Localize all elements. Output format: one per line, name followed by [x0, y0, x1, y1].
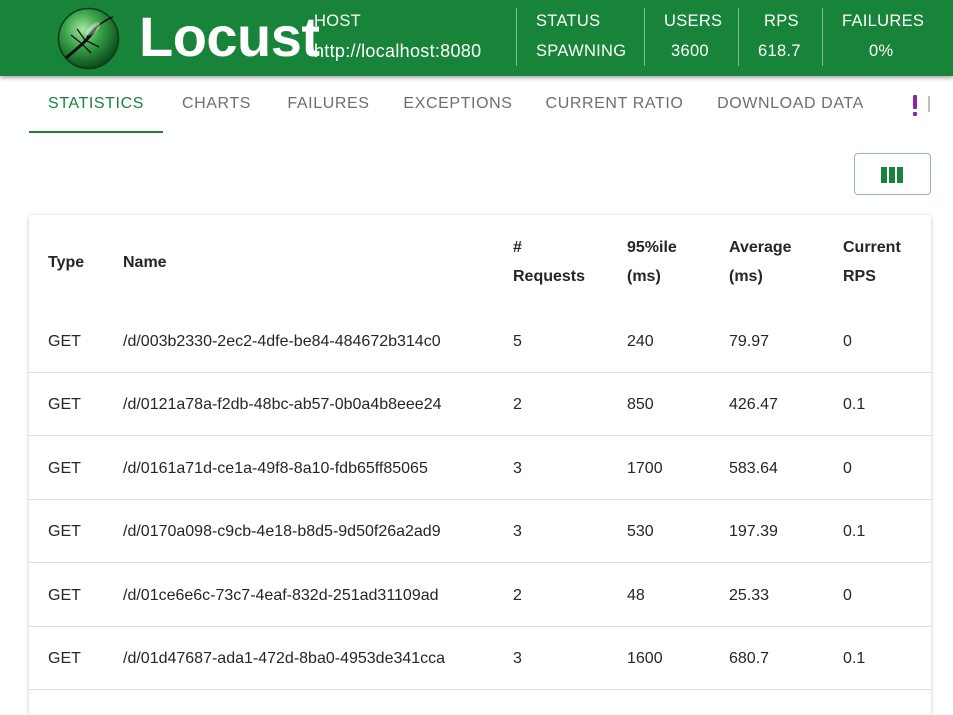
cell-type: GET: [48, 523, 81, 541]
cell-type: GET: [48, 396, 81, 414]
cell-requests: 3: [513, 650, 522, 667]
cell-95ile: 1600: [627, 650, 663, 667]
cell-name: /d/0121a78a-f2db-48bc-ab57-0b0a4b8eee24: [123, 396, 442, 414]
tab-current-ratio[interactable]: CURRENT RATIO: [529, 76, 700, 133]
cell-type: GET: [48, 459, 81, 477]
cell-requests: 2: [513, 396, 522, 414]
cell-average: 197.39: [729, 523, 778, 541]
cell-average: 426.47: [729, 396, 778, 414]
cell-name: /d/0170a098-c9cb-4e18-b8d5-9d50f26a2ad9: [123, 523, 441, 541]
cell-95ile: 850: [627, 396, 654, 414]
table-row: GET/d/003b2330-2ec2-4dfe-be84-484672b314…: [29, 310, 931, 373]
status-stat: STATUS SPAWNING: [517, 0, 644, 76]
cell-95ile: 530: [627, 523, 654, 541]
tab-download-data[interactable]: DOWNLOAD DATA: [700, 76, 881, 133]
host-value: http://localhost:8080: [314, 41, 482, 61]
tab-statistics[interactable]: STATISTICS: [29, 76, 163, 133]
tab-bar: STATISTICS CHARTS FAILURES EXCEPTIONS CU…: [0, 76, 953, 134]
header-requests-line2: Requests: [513, 268, 586, 285]
cell-95ile: 48: [627, 586, 645, 604]
cell-name: /d/01ce6e6c-73c7-4eaf-832d-251ad31109ad: [123, 586, 439, 604]
header-average-line2: (ms): [729, 268, 763, 285]
locust-logo-icon: [57, 7, 120, 70]
tab-failures[interactable]: FAILURES: [270, 76, 387, 133]
active-tab-indicator: [29, 131, 163, 133]
table-row: GET/d/0161a71d-ce1a-49f8-8a10-fdb65ff850…: [29, 437, 931, 500]
header-current-rps[interactable]: Current RPS: [843, 233, 901, 291]
cell-requests: 3: [513, 459, 522, 477]
cell-name: /d/003b2330-2ec2-4dfe-be84-484672b314c0: [123, 333, 441, 350]
cell-requests: 3: [513, 523, 522, 541]
cell-name: /d/01d47687-ada1-472d-8ba0-4953de341cca: [123, 650, 446, 667]
cell-type: GET: [48, 333, 81, 350]
cell-current-rps: 0.1: [843, 396, 866, 414]
cell-requests: 5: [513, 333, 522, 350]
cell-current-rps: 0: [843, 459, 852, 477]
tab-scroll-edge: [928, 96, 930, 112]
cell-average: 25.33: [729, 586, 770, 604]
header-type[interactable]: Type: [48, 248, 84, 277]
failures-stat: FAILURES 0%: [823, 0, 953, 76]
cell-type: GET: [48, 650, 81, 667]
column-selector-button[interactable]: [854, 153, 931, 195]
rps-label: RPS: [764, 12, 799, 30]
header-requests[interactable]: # Requests: [513, 233, 585, 291]
tab-exceptions[interactable]: EXCEPTIONS: [387, 76, 529, 133]
tab-charts[interactable]: CHARTS: [163, 76, 270, 133]
table-row: GET/d/01d47687-ada1-472d-8ba0-4953de341c…: [29, 627, 931, 690]
header-average[interactable]: Average (ms): [729, 233, 792, 291]
cell-average: 79.97: [729, 333, 770, 350]
table-row: GET/d/0170a098-c9cb-4e18-b8d5-9d50f26a2a…: [29, 500, 931, 564]
header-name[interactable]: Name: [123, 248, 167, 277]
host-label: HOST: [314, 12, 362, 30]
app-title: Locust: [139, 5, 320, 68]
table-row: GET/d/01ce6e6c-73c7-4eaf-832d-251ad31109…: [29, 564, 931, 627]
status-value: SPAWNING: [536, 42, 627, 60]
top-bar: Locust HOST http://localhost:8080 STATUS…: [0, 0, 953, 76]
rps-value: 618.7: [758, 42, 801, 60]
exclamation-icon[interactable]: [910, 93, 924, 117]
cell-name: /d/0161a71d-ce1a-49f8-8a10-fdb65ff85065: [123, 459, 428, 477]
cell-95ile: 1700: [627, 459, 663, 477]
rps-stat: RPS 618.7: [739, 0, 822, 76]
header-current-rps-line1: Current: [843, 239, 901, 256]
status-label: STATUS: [536, 12, 601, 30]
users-stat: USERS 3600: [645, 0, 738, 76]
cell-average: 680.7: [729, 650, 770, 667]
cell-average: 583.64: [729, 459, 778, 477]
users-value: 3600: [671, 42, 709, 60]
failures-label: FAILURES: [842, 12, 925, 30]
header-average-line1: Average: [729, 239, 792, 256]
cell-requests: 2: [513, 586, 522, 604]
header-requests-line1: #: [513, 239, 522, 256]
header-current-rps-line2: RPS: [843, 268, 876, 285]
cell-current-rps: 0.1: [843, 523, 866, 541]
statistics-table: Type Name # Requests 95%ile (ms) Average…: [29, 215, 931, 715]
failures-value: 0%: [869, 42, 894, 60]
header-95ile[interactable]: 95%ile (ms): [627, 233, 677, 291]
cell-95ile: 240: [627, 333, 654, 350]
header-95ile-line2: (ms): [627, 268, 661, 285]
table-row: GET/d/0121a78a-f2db-48bc-ab57-0b0a4b8eee…: [29, 373, 931, 437]
cell-current-rps: 0: [843, 333, 852, 350]
cell-type: GET: [48, 586, 81, 604]
cell-current-rps: 0.1: [843, 650, 866, 667]
users-label: USERS: [664, 12, 723, 30]
host-stat: HOST http://localhost:8080: [314, 0, 514, 76]
cell-current-rps: 0: [843, 586, 852, 604]
header-95ile-line1: 95%ile: [627, 239, 677, 256]
